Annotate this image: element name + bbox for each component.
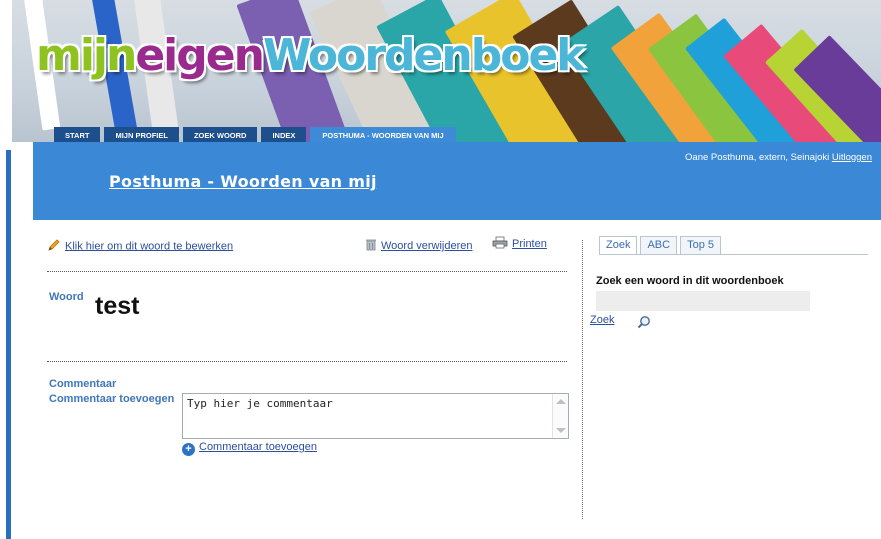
magnifier-icon[interactable] (637, 315, 651, 329)
add-comment-button-label: Commentaar toevoegen (199, 441, 318, 453)
edit-word-label: Klik hier om dit woord te bewerken (65, 240, 234, 253)
edit-word-link[interactable]: Klik hier om dit woord te bewerken (47, 238, 233, 255)
search-button[interactable]: Zoek (590, 314, 614, 326)
tab-zoek[interactable]: Zoek (599, 236, 638, 254)
left-strip-bar (6, 150, 11, 539)
comment-textarea[interactable]: Typ hier je commentaar (182, 393, 569, 439)
comment-section-label: Commentaar (49, 378, 117, 390)
tab-top5[interactable]: Top 5 (680, 236, 722, 254)
site-logo[interactable]: mijneigenWoordenboek (36, 30, 586, 81)
word-label: Woord (49, 291, 84, 303)
print-label: Printen (512, 237, 547, 250)
word-value: test (95, 292, 140, 320)
word-panel: Klik hier om dit woord te bewerken Woord… (33, 220, 583, 539)
delete-word-link[interactable]: Woord verwijderen (365, 238, 473, 254)
logo-text-eigen: eigen (135, 30, 265, 81)
print-link[interactable]: Printen (492, 236, 547, 252)
page-header: Oane Posthuma, extern, Seinajoki Uitlogg… (33, 142, 881, 220)
separator (47, 361, 567, 362)
tab-abc[interactable]: ABC (640, 236, 678, 254)
tab-underline (599, 254, 868, 255)
comment-scrollbar[interactable] (552, 394, 568, 438)
add-comment-button[interactable]: + Commentaar toevoegen (182, 441, 317, 456)
column-divider (582, 240, 583, 519)
banner: mijneigenWoordenboek (12, 0, 881, 142)
left-strip (0, 0, 12, 539)
search-heading: Zoek een woord in dit woordenboek (596, 275, 784, 287)
user-info-text: Oane Posthuma, extern, Seinajoki (685, 152, 830, 163)
add-comment-label: Commentaar toevoegen (49, 393, 175, 405)
logo-text-mijn: mijn (36, 30, 137, 81)
plus-circle-icon: + (182, 443, 195, 456)
delete-word-label: Woord verwijderen (381, 239, 473, 252)
comment-placeholder: Typ hier je commentaar (187, 397, 333, 410)
printer-icon (492, 236, 508, 252)
logout-link[interactable]: Uitloggen (832, 152, 872, 163)
logo-text-woordenboek: Woordenboek (262, 30, 586, 81)
user-info: Oane Posthuma, extern, Seinajoki Uitlogg… (685, 152, 872, 163)
scroll-down-icon[interactable] (556, 428, 566, 433)
trash-icon (365, 238, 377, 254)
separator (47, 271, 567, 272)
page-title[interactable]: Posthuma - Woorden van mij (109, 172, 377, 191)
sidebar-tabs: Zoek ABC Top 5 (599, 236, 722, 254)
pencil-icon (47, 238, 61, 255)
main-content: Klik hier om dit woord te bewerken Woord… (33, 220, 881, 539)
scroll-up-icon[interactable] (556, 399, 566, 404)
search-input[interactable] (596, 291, 810, 311)
